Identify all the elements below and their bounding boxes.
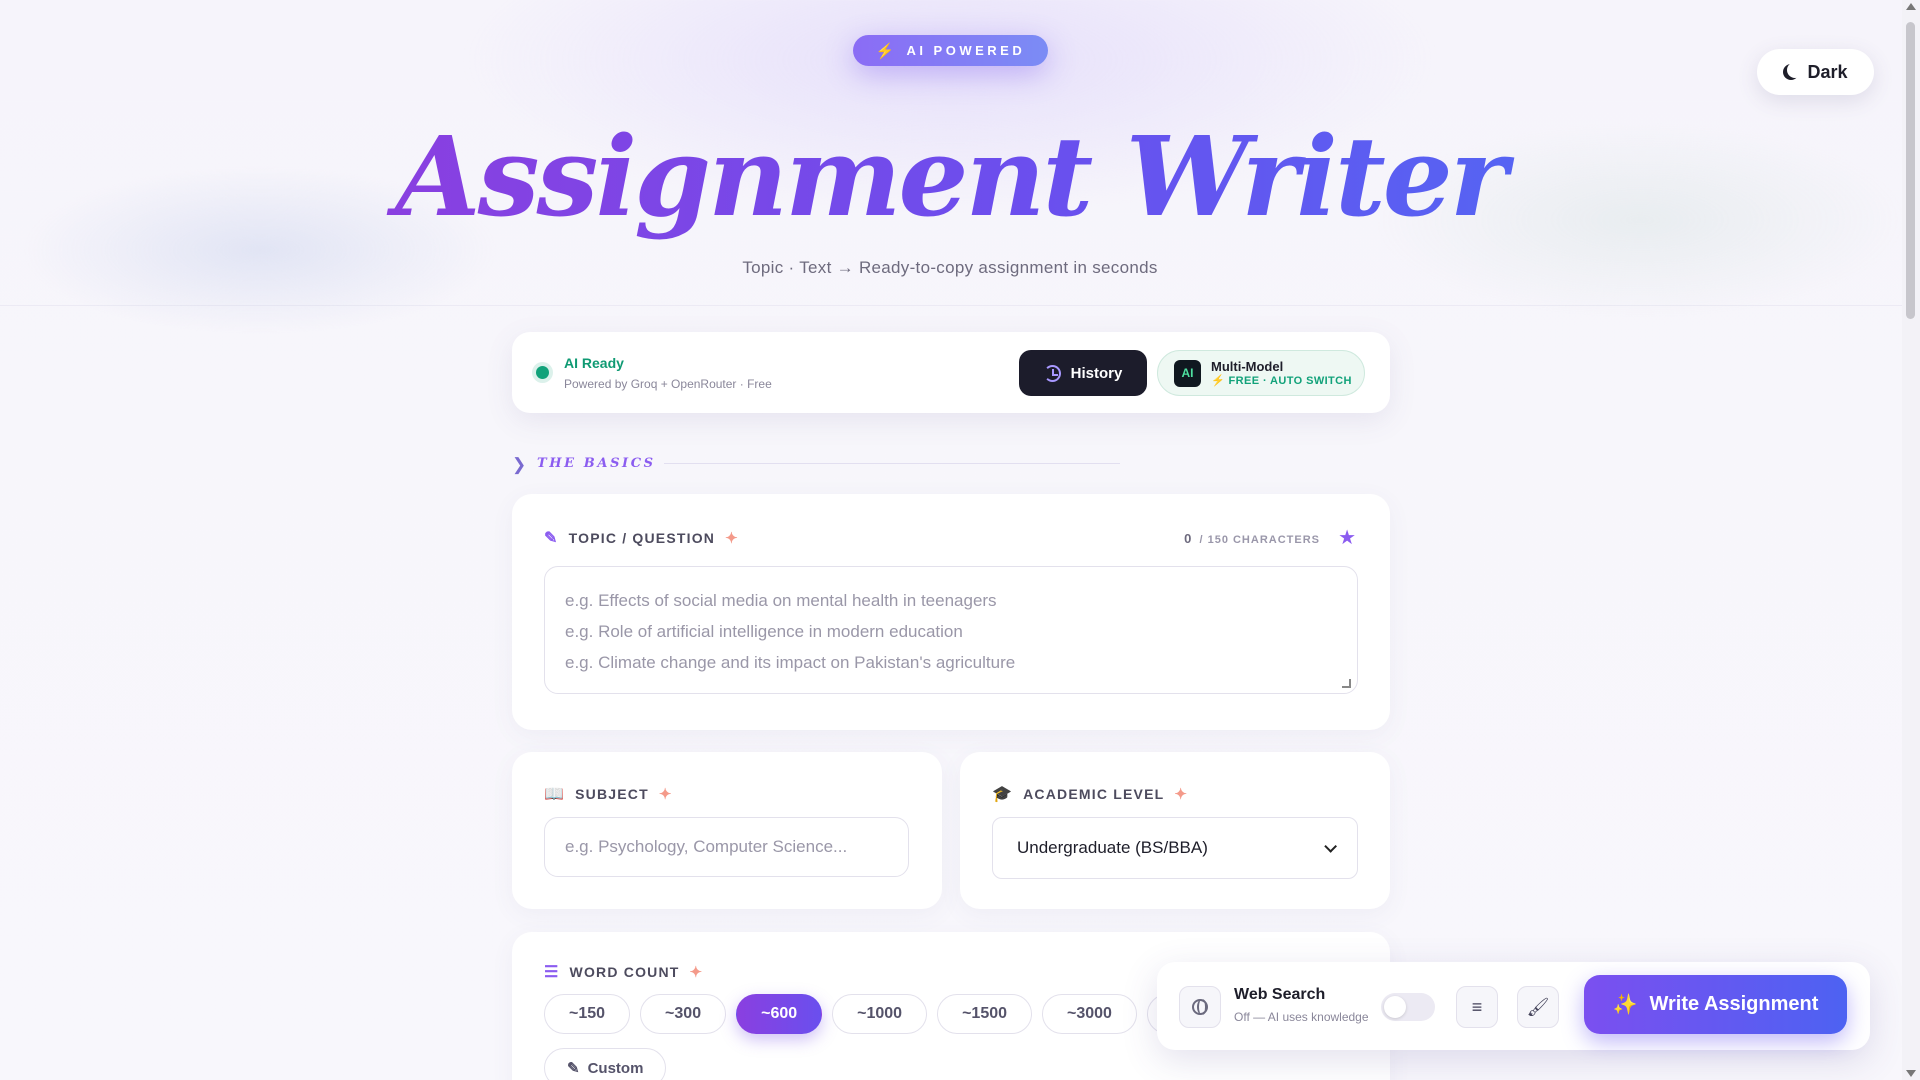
- lines-icon: ☰: [544, 964, 560, 981]
- char-counter: 0 / 150 CHARACTERS: [1184, 531, 1320, 546]
- book-icon: 📖: [544, 786, 566, 803]
- write-assignment-label: Write Assignment: [1649, 993, 1819, 1015]
- globe-icon: [1179, 986, 1221, 1028]
- numbered-list-icon: ≡: [1471, 996, 1483, 1017]
- scrollbar[interactable]: [1902, 0, 1920, 1080]
- bolt-icon: ⚡: [875, 42, 895, 60]
- word-count-label: WORD COUNT: [569, 964, 680, 980]
- academic-level-value: Undergraduate (BS/BBA): [1017, 838, 1208, 857]
- subject-label-row: 📖 SUBJECT ✦: [544, 784, 673, 804]
- level-label: ACADEMIC LEVEL: [1023, 786, 1165, 802]
- sparkle-icon: ✦: [689, 964, 704, 981]
- word-count-option[interactable]: ~300: [640, 994, 727, 1034]
- word-count-options: ~150 ~300 ~600 ~1000 ~1500 ~3000 ~: [544, 994, 1207, 1034]
- placeholder-line: e.g. Role of artificial intelligence in …: [565, 622, 963, 641]
- web-search-subtitle: Off — AI uses knowledge: [1234, 1010, 1369, 1024]
- chevron-down-icon: [1324, 839, 1337, 853]
- subject-card: 📖 SUBJECT ✦ e.g. Psychology, Computer Sc…: [512, 752, 942, 909]
- multi-model-chip: AI Multi-Model ⚡ FREE · AUTO SWITCH: [1157, 350, 1365, 396]
- dark-mode-toggle[interactable]: Dark: [1757, 49, 1874, 95]
- status-indicator: [536, 366, 549, 379]
- sparkle-icon: ✦: [658, 786, 673, 803]
- moon-icon: [1787, 62, 1803, 78]
- history-button[interactable]: History: [1019, 350, 1147, 396]
- scroll-down-arrow-icon[interactable]: [1906, 1070, 1916, 1077]
- topic-textarea[interactable]: e.g. Effects of social media on mental h…: [544, 566, 1358, 694]
- history-label: History: [1070, 364, 1123, 382]
- write-assignment-button[interactable]: ✨ Write Assignment: [1584, 975, 1847, 1034]
- status-subtitle: Powered by Groq + OpenRouter · Free: [564, 377, 772, 391]
- word-count-option[interactable]: ~3000: [1042, 994, 1137, 1034]
- model-subtitle: ⚡ FREE · AUTO SWITCH: [1211, 375, 1352, 387]
- model-title: Multi-Model: [1211, 359, 1284, 374]
- hero-divider: [0, 305, 1902, 306]
- char-count: 0: [1184, 531, 1193, 546]
- sparkle-icon: ✦: [1174, 786, 1189, 803]
- custom-word-count-button[interactable]: ✎ Custom: [544, 1048, 667, 1080]
- page-title: Assignment Writer: [0, 112, 1900, 242]
- badge-label: AI POWERED: [906, 43, 1026, 58]
- web-search-toggle[interactable]: [1381, 993, 1435, 1021]
- magic-wand-icon: ✨: [1612, 994, 1638, 1016]
- resize-handle-icon[interactable]: [1342, 679, 1351, 688]
- clear-button[interactable]: 🖌: [1517, 986, 1559, 1028]
- section-divider: [664, 463, 1120, 464]
- section-title[interactable]: THE BASICS: [537, 456, 656, 471]
- placeholder-line: e.g. Climate change and its impact on Pa…: [565, 653, 1016, 672]
- topic-label-row: ✎ TOPIC / QUESTION ✦: [544, 528, 739, 548]
- sparkle-icon: ✦: [725, 530, 739, 547]
- custom-label: Custom: [587, 1059, 644, 1077]
- char-count-suffix: / 150 CHARACTERS: [1199, 534, 1320, 546]
- action-bar: Web Search Off — AI uses knowledge ≡ 🖌 ✨…: [1157, 962, 1870, 1050]
- pencil-icon: ✎: [567, 1060, 580, 1077]
- word-count-label-row: ☰ WORD COUNT ✦: [544, 962, 703, 982]
- section-chevron-icon[interactable]: ❯: [512, 455, 526, 475]
- subject-placeholder: e.g. Psychology, Computer Science...: [565, 837, 848, 856]
- page-subtitle: Topic · Text → Ready-to-copy assignment …: [742, 258, 1158, 277]
- topic-label: TOPIC / QUESTION: [568, 530, 716, 546]
- placeholder-line: e.g. Effects of social media on mental h…: [565, 591, 997, 610]
- outline-icon-button[interactable]: ≡: [1456, 986, 1498, 1028]
- status-title: AI Ready: [564, 355, 624, 371]
- graduation-cap-icon: 🎓: [992, 786, 1014, 803]
- ai-status-bar: AI Ready Powered by Groq + OpenRouter · …: [512, 332, 1390, 413]
- scroll-thumb[interactable]: [1906, 22, 1915, 319]
- ai-powered-badge: ⚡ AI POWERED: [853, 35, 1048, 66]
- dark-mode-label: Dark: [1807, 61, 1848, 82]
- topic-card: ✎ TOPIC / QUESTION ✦ 0 / 150 CHARACTERS …: [512, 494, 1390, 730]
- star-icon[interactable]: ★: [1338, 525, 1356, 550]
- level-label-row: 🎓 ACADEMIC LEVEL ✦: [992, 784, 1188, 804]
- word-count-option[interactable]: ~1000: [832, 994, 928, 1034]
- subject-input[interactable]: e.g. Psychology, Computer Science...: [544, 817, 909, 877]
- word-count-option-selected[interactable]: ~600: [736, 994, 823, 1034]
- brush-icon: 🖌: [1526, 996, 1550, 1017]
- academic-level-card: 🎓 ACADEMIC LEVEL ✦ Undergraduate (BS/BBA…: [960, 752, 1390, 909]
- ai-model-icon: AI: [1174, 359, 1201, 387]
- web-search-title: Web Search: [1234, 986, 1326, 1003]
- history-icon: [1043, 364, 1061, 382]
- word-count-option[interactable]: ~1500: [937, 994, 1033, 1034]
- edit-icon: ✎: [544, 530, 559, 547]
- academic-level-select[interactable]: Undergraduate (BS/BBA): [992, 817, 1358, 879]
- word-count-option[interactable]: ~150: [544, 994, 631, 1034]
- scroll-up-arrow-icon[interactable]: [1906, 3, 1916, 10]
- subject-label: SUBJECT: [575, 786, 649, 802]
